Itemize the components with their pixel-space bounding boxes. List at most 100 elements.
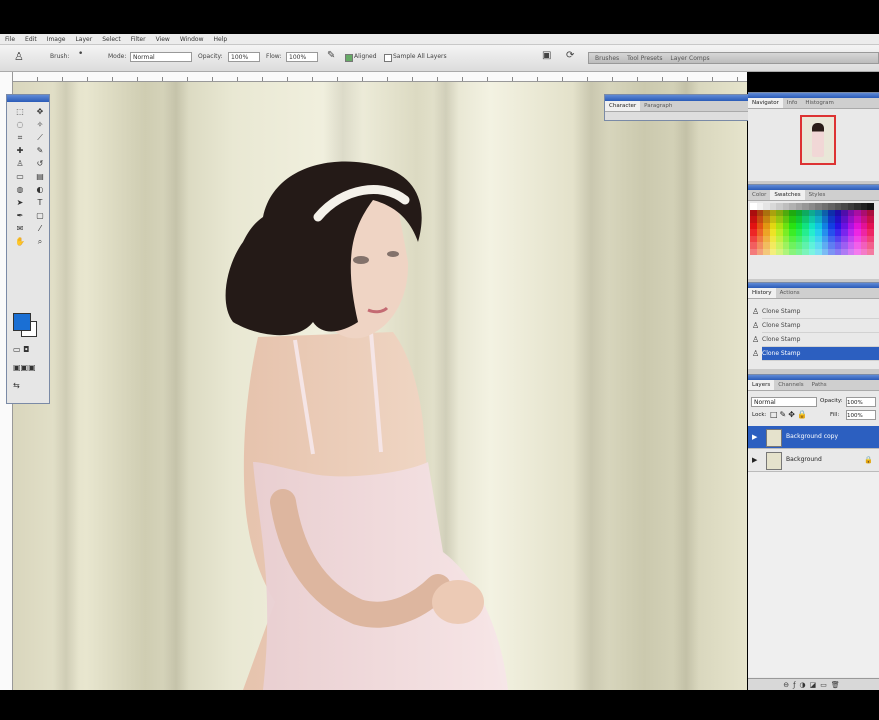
tab-history[interactable]: History (748, 288, 776, 298)
gradient-tool-icon[interactable]: ▤ (32, 171, 48, 182)
clone-stamp-icon: ♙ (752, 321, 760, 330)
brush-preset-icon[interactable]: • (78, 49, 83, 59)
menu-bar: File Edit Image Layer Select Filter View… (0, 34, 879, 45)
lock-buttons-icon[interactable]: □✎✥🔒 (770, 410, 809, 419)
brush-tool-icon[interactable]: ✎ (32, 145, 48, 156)
shape-tool-icon[interactable]: ▢ (32, 210, 48, 221)
marquee-tool-icon[interactable]: ⬚ (12, 106, 28, 117)
menu-edit[interactable]: Edit (20, 36, 42, 43)
fill-label: Fill: (830, 412, 840, 418)
opacity-field[interactable]: 100% (228, 52, 260, 62)
character-panel: Character Paragraph (604, 94, 750, 121)
tab-actions[interactable]: Actions (776, 288, 804, 298)
hand-tool-icon[interactable]: ✋ (12, 236, 28, 247)
menu-view[interactable]: View (151, 36, 175, 43)
crop-tool-icon[interactable]: ⌗ (12, 132, 28, 143)
layer-lock-icon: 🔒 (864, 456, 873, 464)
panel-dock: Navigator Info Histogram Color Swatches … (748, 92, 879, 691)
menu-window[interactable]: Window (175, 36, 209, 43)
tab-paths[interactable]: Paths (808, 380, 831, 390)
zoom-tool-icon[interactable]: ⌕ (32, 236, 48, 247)
jump-to-imageready-icon[interactable]: ⇆ (13, 381, 41, 391)
swatch-cell[interactable] (867, 248, 874, 255)
layer-opacity-label: Opacity: (820, 398, 843, 404)
history-item-selected[interactable]: ♙ Clone Stamp (752, 347, 879, 361)
clone-stamp-tool-icon-box[interactable]: ♙ (12, 158, 28, 169)
airbrush-icon[interactable]: ✎ (327, 50, 335, 61)
go-to-bridge-icon[interactable]: ⟳ (566, 50, 574, 61)
brush-label: Brush: (50, 53, 70, 60)
file-browser-icon[interactable]: ▣ (542, 50, 551, 61)
tab-character[interactable]: Character (605, 101, 641, 111)
foreground-color-swatch[interactable] (13, 313, 31, 331)
tools-panel-title-bar[interactable] (7, 95, 49, 102)
quick-mask-mode-icon[interactable]: ▭ ◘ (13, 345, 41, 355)
mode-label: Mode: (108, 53, 127, 60)
tab-navigator[interactable]: Navigator (748, 98, 783, 108)
navigator-preview[interactable] (800, 115, 836, 165)
clone-stamp-icon: ♙ (752, 307, 760, 316)
move-tool-icon[interactable]: ✥ (32, 106, 48, 117)
sample-all-layers-label: Sample All Layers (393, 53, 447, 60)
history-item[interactable]: ♙ Clone Stamp (752, 305, 879, 319)
palette-well-tab-tool-presets[interactable]: Tool Presets (627, 55, 662, 62)
tab-histogram[interactable]: Histogram (801, 98, 838, 108)
sample-all-layers-checkbox[interactable] (384, 54, 392, 62)
menu-select[interactable]: Select (97, 36, 126, 43)
pen-tool-icon[interactable]: ✒ (12, 210, 28, 221)
menu-file[interactable]: File (0, 36, 20, 43)
mode-select[interactable]: Normal (130, 52, 192, 62)
history-panel: History Actions ♙ Clone Stamp ♙ Clone St… (748, 282, 879, 369)
screen-mode-icon[interactable]: ▣▣▣ (13, 363, 41, 373)
letterbox-top (0, 0, 879, 34)
blend-mode-select[interactable]: Normal (751, 397, 817, 407)
options-bar: ♙ Brush: • Mode: Normal Opacity: 100% Fl… (0, 45, 879, 72)
layer-row-background-copy[interactable]: ▶ Background copy (748, 426, 879, 449)
palette-well-tab-layer-comps[interactable]: Layer Comps (670, 55, 709, 62)
flow-field[interactable]: 100% (286, 52, 318, 62)
tab-paragraph[interactable]: Paragraph (640, 101, 676, 111)
palette-well-tab-brushes[interactable]: Brushes (595, 55, 619, 62)
type-tool-icon[interactable]: T (32, 197, 48, 208)
menu-help[interactable]: Help (209, 36, 233, 43)
tab-styles[interactable]: Styles (805, 190, 830, 200)
fill-field[interactable]: 100% (846, 410, 876, 420)
lasso-tool-icon[interactable]: ◌ (12, 119, 28, 130)
tab-color[interactable]: Color (748, 190, 770, 200)
aligned-checkbox[interactable] (345, 54, 353, 62)
history-item[interactable]: ♙ Clone Stamp (752, 333, 879, 347)
lock-label: Lock: (752, 412, 767, 418)
tab-channels[interactable]: Channels (774, 380, 807, 390)
layers-empty-area (748, 472, 879, 677)
swatch-grid[interactable] (750, 203, 874, 255)
tab-layers[interactable]: Layers (748, 380, 775, 390)
notes-tool-icon[interactable]: ✉ (12, 223, 28, 234)
healing-brush-tool-icon[interactable]: ✚ (12, 145, 28, 156)
palette-well: Brushes Tool Presets Layer Comps (588, 52, 879, 64)
history-item[interactable]: ♙ Clone Stamp (752, 319, 879, 333)
tools-panel: ⬚ ✥ ◌ ✧ ⌗ ⟋ ✚ ✎ ♙ ↺ ▭ ▤ ◍ ◐ ➤ T ✒ ▢ ✉ ⁄ … (6, 94, 50, 404)
tab-info[interactable]: Info (783, 98, 801, 108)
dodge-tool-icon[interactable]: ◐ (32, 184, 48, 195)
menu-image[interactable]: Image (42, 36, 71, 43)
layer-row-background[interactable]: ▶ Background 🔒 (748, 449, 879, 472)
history-brush-tool-icon[interactable]: ↺ (32, 158, 48, 169)
eyedropper-tool-icon[interactable]: ⁄ (32, 223, 48, 234)
slice-tool-icon[interactable]: ⟋ (32, 132, 48, 143)
blur-tool-icon[interactable]: ◍ (12, 184, 28, 195)
menu-filter[interactable]: Filter (126, 36, 151, 43)
flow-label: Flow: (266, 53, 282, 60)
eraser-tool-icon[interactable]: ▭ (12, 171, 28, 182)
document-canvas[interactable] (13, 82, 747, 690)
visibility-eye-icon[interactable]: ▶ (752, 456, 760, 464)
layer-opacity-field[interactable]: 100% (846, 397, 876, 407)
visibility-eye-icon[interactable]: ▶ (752, 433, 760, 441)
clone-stamp-tool-icon[interactable]: ♙ (14, 50, 24, 63)
tab-swatches[interactable]: Swatches (770, 190, 805, 200)
magic-wand-tool-icon[interactable]: ✧ (32, 119, 48, 130)
menu-layer[interactable]: Layer (70, 36, 97, 43)
path-selection-tool-icon[interactable]: ➤ (12, 197, 28, 208)
horizontal-ruler[interactable] (12, 72, 747, 82)
navigator-panel: Navigator Info Histogram (748, 92, 879, 181)
opacity-label: Opacity: (198, 53, 223, 60)
